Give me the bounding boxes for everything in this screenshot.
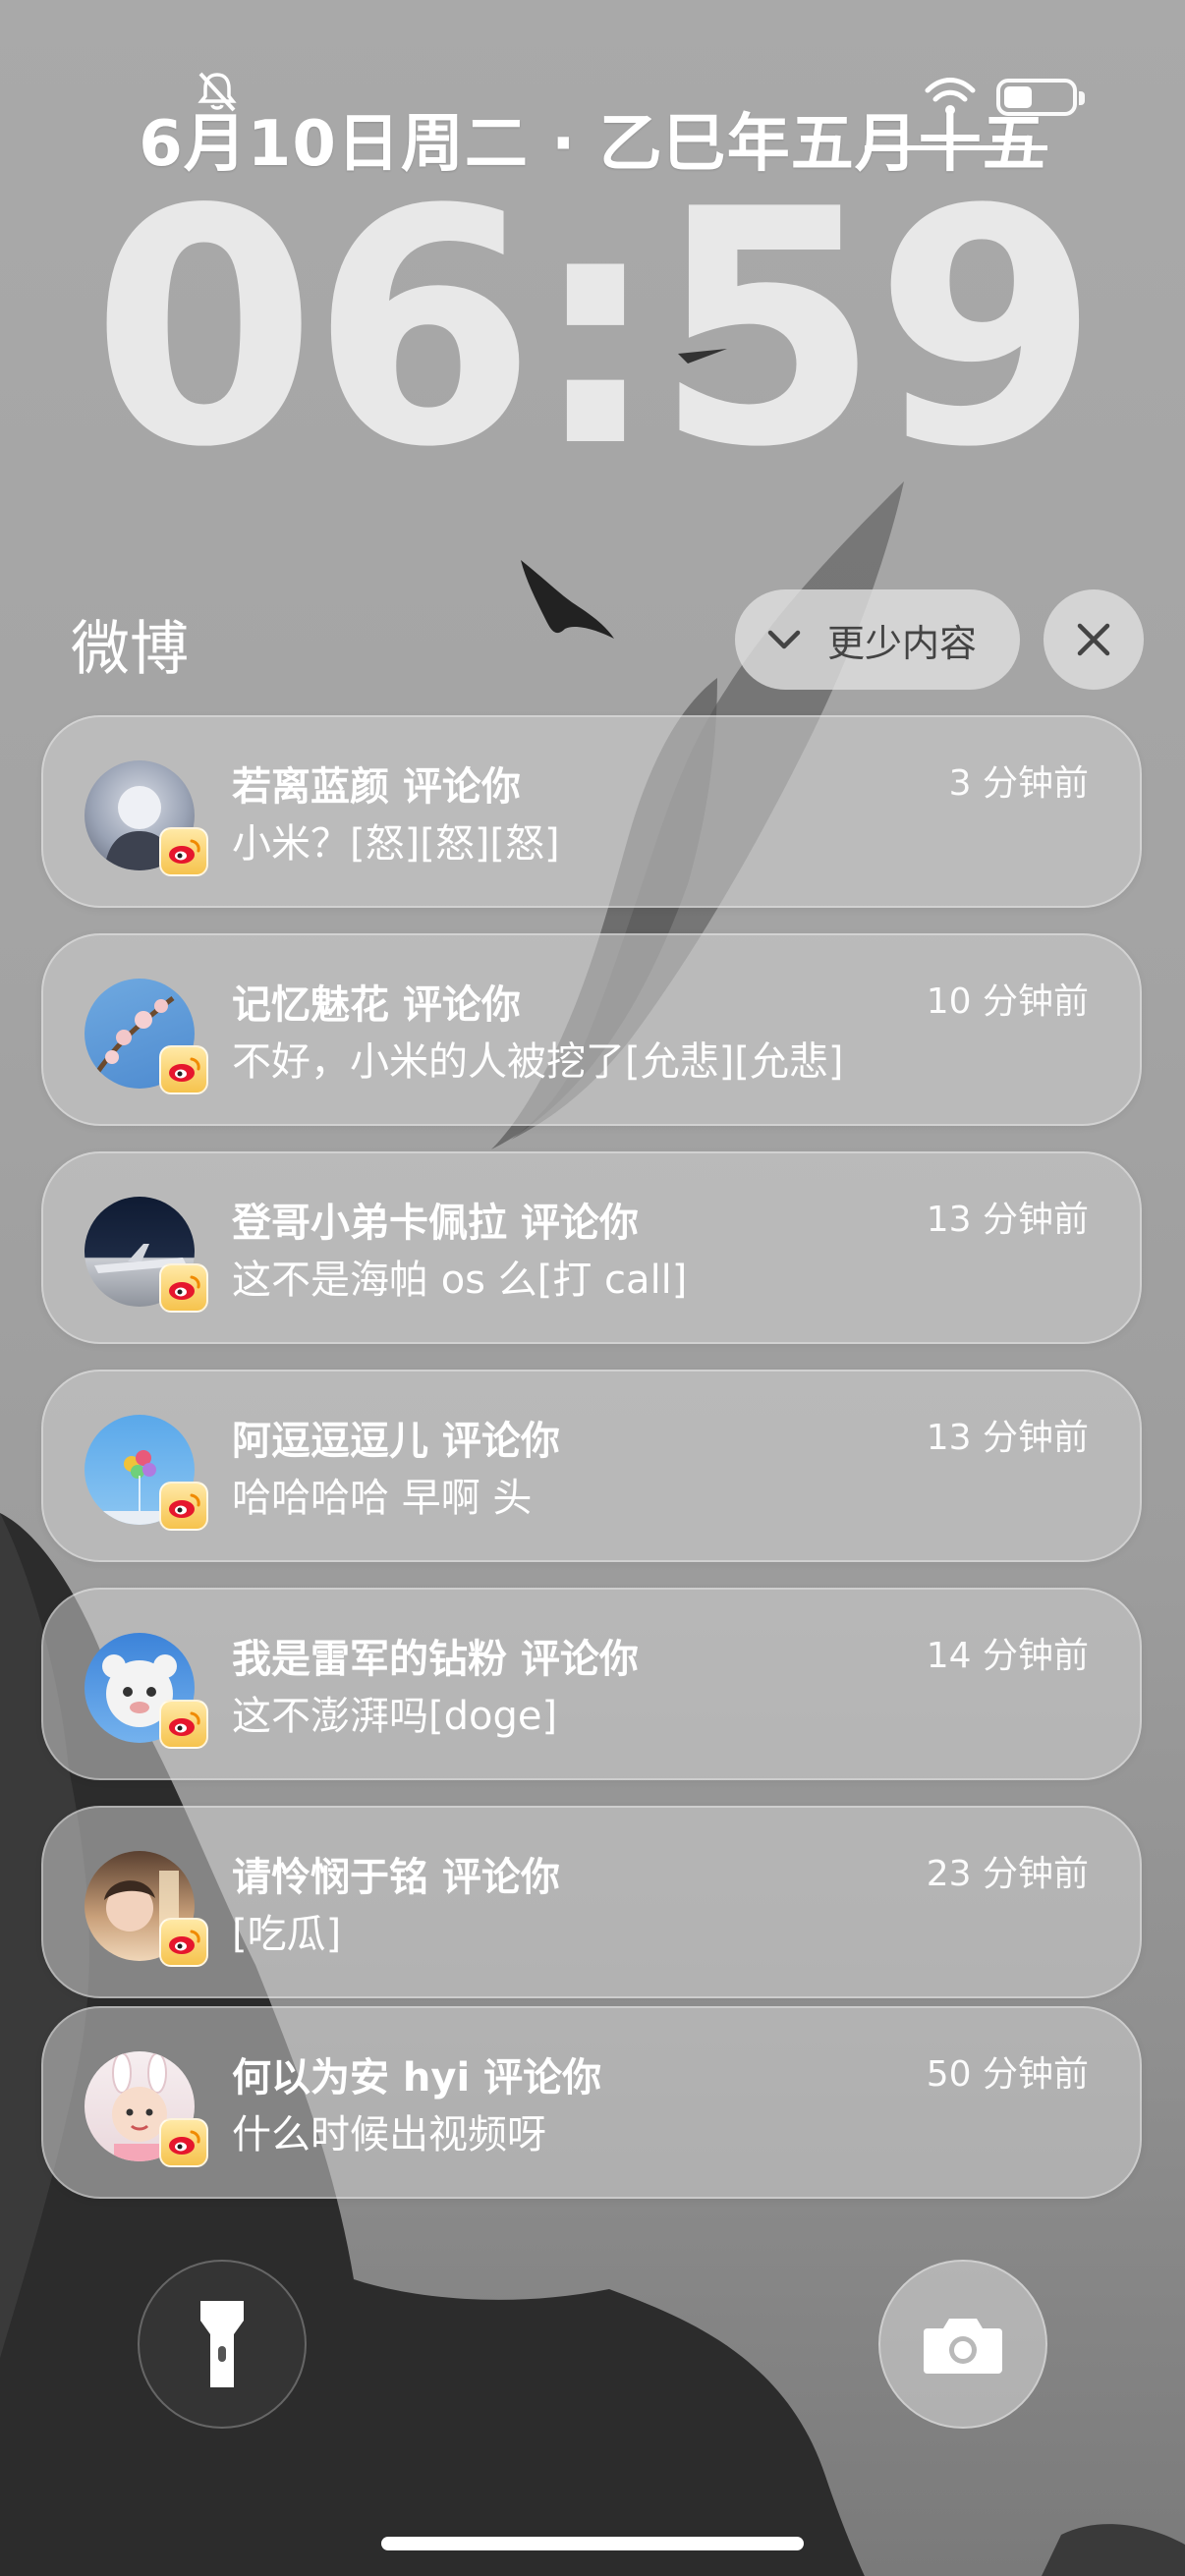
notification-card[interactable]: 何以为安 hyi 评论你 什么时候出视频呀 50 分钟前 [41, 2006, 1142, 2199]
weibo-icon [159, 1918, 208, 1967]
weibo-icon [159, 1700, 208, 1749]
notification-body: 不好，小米的人被挖了[允悲][允悲] [232, 1039, 844, 1085]
home-indicator[interactable] [381, 2537, 804, 2550]
close-icon [1077, 623, 1110, 656]
camera-icon [924, 2319, 1002, 2374]
weibo-icon [159, 2118, 208, 2167]
notification-title: 登哥小弟卡佩拉 评论你 [232, 1201, 639, 1246]
notification-card[interactable]: 请怜悯于铭 评论你 [吃瓜] 23 分钟前 [41, 1806, 1142, 1998]
notification-time: 14 分钟前 [926, 1636, 1089, 1676]
notification-body: 这不澎湃吗[doge] [232, 1694, 558, 1739]
flashlight-button[interactable] [138, 2260, 307, 2429]
chevron-down-icon [767, 630, 801, 649]
notification-card[interactable]: 若离蓝颜 评论你 小米？[怒][怒][怒] 3 分钟前 [41, 715, 1142, 908]
notification-time: 50 分钟前 [926, 2054, 1089, 2095]
notification-card[interactable]: 我是雷军的钻粉 评论你 这不澎湃吗[doge] 14 分钟前 [41, 1588, 1142, 1780]
clear-group-button[interactable] [1044, 589, 1144, 690]
notification-time: 13 分钟前 [926, 1200, 1089, 1240]
notification-body: 这不是海帕 os 么[打 call] [232, 1258, 688, 1303]
lockscreen-clock: 06:59 [90, 140, 1100, 518]
notification-title: 何以为安 hyi 评论你 [232, 2055, 602, 2100]
notification-body: 什么时候出视频呀 [232, 2112, 546, 2157]
notification-title: 若离蓝颜 评论你 [232, 764, 521, 810]
notification-body: [吃瓜] [232, 1912, 342, 1957]
weibo-icon [159, 1263, 208, 1313]
weibo-icon [159, 1482, 208, 1531]
notification-title: 我是雷军的钻粉 评论你 [232, 1637, 639, 1682]
show-less-label: 更少内容 [827, 621, 978, 665]
notification-body: 小米？[怒][怒][怒] [232, 821, 560, 867]
notification-time: 3 分钟前 [948, 763, 1089, 804]
notification-time: 13 分钟前 [926, 1418, 1089, 1458]
weibo-icon [159, 1045, 208, 1094]
notification-card[interactable]: 记忆魅花 评论你 不好，小米的人被挖了[允悲][允悲] 10 分钟前 [41, 933, 1142, 1126]
show-less-button[interactable]: 更少内容 [735, 589, 1020, 690]
notification-time: 10 分钟前 [926, 981, 1089, 1022]
notification-body: 哈哈哈哈 早啊 头 [232, 1476, 533, 1521]
camera-button[interactable] [878, 2260, 1047, 2429]
notification-group-title: 微博 [71, 615, 189, 684]
weibo-icon [159, 827, 208, 876]
flashlight-icon [200, 2301, 244, 2387]
notification-title: 请怜悯于铭 评论你 [232, 1855, 560, 1900]
notification-title: 阿逗逗逗儿 评论你 [232, 1419, 560, 1464]
notification-time: 23 分钟前 [926, 1854, 1089, 1894]
notification-card[interactable]: 阿逗逗逗儿 评论你 哈哈哈哈 早啊 头 13 分钟前 [41, 1370, 1142, 1562]
notification-card[interactable]: 登哥小弟卡佩拉 评论你 这不是海帕 os 么[打 call] 13 分钟前 [41, 1151, 1142, 1344]
notification-title: 记忆魅花 评论你 [232, 982, 521, 1028]
